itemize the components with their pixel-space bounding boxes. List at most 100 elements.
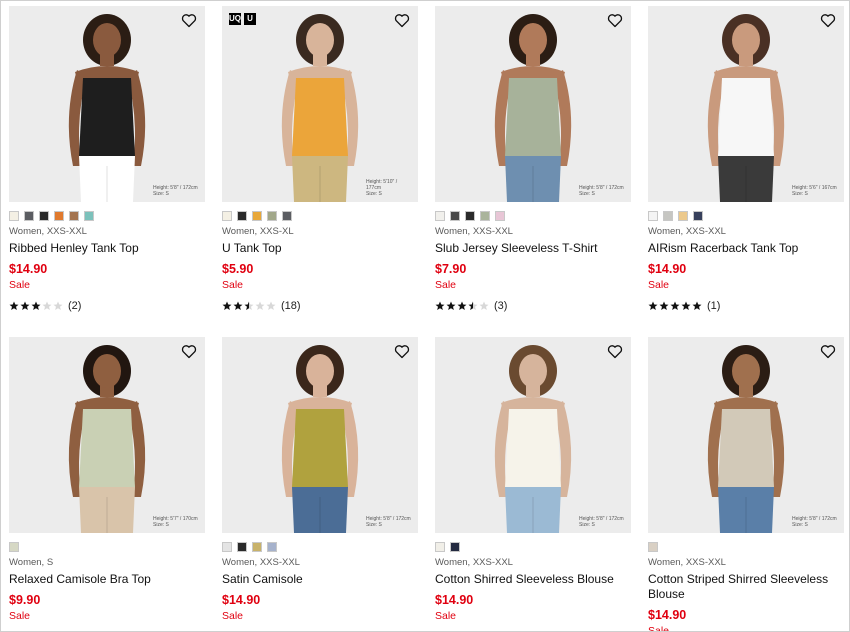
color-swatch[interactable] xyxy=(678,211,688,221)
color-swatch[interactable] xyxy=(435,542,445,552)
sale-label: Sale xyxy=(435,610,457,622)
color-swatch[interactable] xyxy=(24,211,34,221)
product-card[interactable]: Height: 5'6" / 167cm Size: S Women, XXS-XX… xyxy=(648,6,844,312)
product-title[interactable]: Cotton Shirred Sleeveless Blouse xyxy=(435,572,631,587)
product-gender-size: Women, XXS-XXL xyxy=(9,226,87,237)
heart-icon[interactable] xyxy=(607,13,623,28)
color-swatch[interactable] xyxy=(282,211,292,221)
model-size-line: Size: S xyxy=(153,522,169,528)
color-swatch[interactable] xyxy=(648,542,658,552)
sale-label: Sale xyxy=(9,279,31,291)
color-swatch[interactable] xyxy=(252,542,262,552)
star-full-icon xyxy=(648,301,658,310)
product-title[interactable]: Relaxed Camisole Bra Top xyxy=(9,572,205,587)
product-image[interactable]: Height: 5'7" / 170cm Size: S xyxy=(9,337,205,533)
product-gender-size: Women, S xyxy=(9,557,54,568)
model-size-line: Size: S xyxy=(792,522,808,528)
color-swatch[interactable] xyxy=(693,211,703,221)
product-image[interactable]: UQ U Height: 5'10" / 177cm Size: S xyxy=(222,6,418,202)
brand-logo: UQ xyxy=(229,13,241,25)
review-count[interactable]: (2) xyxy=(68,300,81,312)
product-gender-size: Women, XXS-XXL xyxy=(222,557,300,568)
color-swatch[interactable] xyxy=(222,211,232,221)
color-swatch[interactable] xyxy=(9,211,19,221)
color-swatch[interactable] xyxy=(267,211,277,221)
model-size-line: Height: 5'10" / 177cm xyxy=(366,179,398,191)
review-count[interactable]: (3) xyxy=(494,300,507,312)
color-swatch[interactable] xyxy=(267,542,277,552)
product-card[interactable]: UQ U Height: 5'10" / 177cm Size: S Women, XX… xyxy=(222,6,418,312)
color-swatch[interactable] xyxy=(663,211,673,221)
review-count[interactable]: (18) xyxy=(281,300,301,312)
heart-icon[interactable] xyxy=(394,13,410,28)
product-price: $7.90 xyxy=(435,262,467,276)
color-swatch[interactable] xyxy=(222,542,232,552)
color-swatch[interactable] xyxy=(435,211,445,221)
product-image[interactable]: Height: 5'8" / 172cm Size: S xyxy=(222,337,418,533)
product-title[interactable]: U Tank Top xyxy=(222,241,418,256)
color-swatch[interactable] xyxy=(648,211,658,221)
heart-icon[interactable] xyxy=(820,13,836,28)
product-gender-size: Women, XXS-XXL xyxy=(648,226,726,237)
product-title[interactable]: Slub Jersey Sleeveless T-Shirt xyxy=(435,241,631,256)
product-card[interactable]: Height: 5'8" / 172cm Size: S Women, XXS-XX… xyxy=(9,6,205,312)
color-swatch[interactable] xyxy=(69,211,79,221)
product-card[interactable]: Height: 5'8" / 172cm Size: S Women, XXS-XX… xyxy=(648,337,844,631)
product-price: $9.90 xyxy=(9,593,41,607)
product-card[interactable]: Height: 5'7" / 170cm Size: S Women, S Relax… xyxy=(9,337,205,622)
color-swatch[interactable] xyxy=(480,211,490,221)
heart-icon[interactable] xyxy=(181,13,197,28)
model-size-line: Size: S xyxy=(366,522,382,528)
model-size-line: Size: S xyxy=(792,191,808,197)
rating-stars xyxy=(9,301,63,311)
star-full-icon xyxy=(659,301,669,310)
model-illustration xyxy=(494,345,572,533)
star-full-icon xyxy=(670,301,680,310)
model-size-note: Height: 5'6" / 167cm Size: S xyxy=(792,185,838,197)
review-count[interactable]: (1) xyxy=(707,300,720,312)
product-card[interactable]: Height: 5'8" / 172cm Size: S Women, XXS-XX… xyxy=(435,6,631,312)
model-size-note: Height: 5'8" / 172cm Size: S xyxy=(579,516,625,528)
color-swatch[interactable] xyxy=(465,211,475,221)
product-price: $14.90 xyxy=(648,608,687,622)
color-swatch[interactable] xyxy=(450,211,460,221)
star-empty-icon xyxy=(255,301,265,310)
color-swatch[interactable] xyxy=(252,211,262,221)
heart-icon[interactable] xyxy=(820,344,836,359)
product-image[interactable]: Height: 5'8" / 172cm Size: S xyxy=(9,6,205,202)
model-size-line: Size: S xyxy=(366,191,382,197)
product-title[interactable]: Satin Camisole xyxy=(222,572,418,587)
product-title[interactable]: AIRism Racerback Tank Top xyxy=(648,241,844,256)
color-swatch[interactable] xyxy=(495,211,505,221)
brand-logos: UQ U xyxy=(229,13,256,25)
heart-icon[interactable] xyxy=(181,344,197,359)
product-card[interactable]: Height: 5'8" / 172cm Size: S Women, XXS-XX… xyxy=(222,337,418,622)
color-swatch[interactable] xyxy=(9,542,19,552)
product-image[interactable]: Height: 5'8" / 172cm Size: S xyxy=(435,6,631,202)
color-swatches xyxy=(9,542,205,553)
model-illustration xyxy=(281,345,359,533)
star-empty-icon xyxy=(42,301,52,310)
product-price: $14.90 xyxy=(9,262,48,276)
model-size-note: Height: 5'8" / 172cm Size: S xyxy=(366,516,412,528)
color-swatch[interactable] xyxy=(54,211,64,221)
product-image[interactable]: Height: 5'6" / 167cm Size: S xyxy=(648,6,844,202)
color-swatch[interactable] xyxy=(450,542,460,552)
color-swatch[interactable] xyxy=(237,211,247,221)
product-title[interactable]: Cotton Striped Shirred Sleeveless Blouse xyxy=(648,572,844,602)
product-gender-size: Women, XXS-XL xyxy=(222,226,294,237)
color-swatch[interactable] xyxy=(39,211,49,221)
color-swatches xyxy=(222,211,418,222)
product-image[interactable]: Height: 5'8" / 172cm Size: S xyxy=(435,337,631,533)
model-size-note: Height: 5'10" / 177cm Size: S xyxy=(366,179,412,197)
heart-icon[interactable] xyxy=(607,344,623,359)
star-full-icon xyxy=(222,301,232,310)
heart-icon[interactable] xyxy=(394,344,410,359)
product-image[interactable]: Height: 5'8" / 172cm Size: S xyxy=(648,337,844,533)
color-swatches xyxy=(435,542,631,553)
product-rating: (3) xyxy=(435,300,631,312)
color-swatch[interactable] xyxy=(237,542,247,552)
color-swatch[interactable] xyxy=(84,211,94,221)
product-title[interactable]: Ribbed Henley Tank Top xyxy=(9,241,205,256)
product-card[interactable]: Height: 5'8" / 172cm Size: S Women, XXS-XX… xyxy=(435,337,631,622)
